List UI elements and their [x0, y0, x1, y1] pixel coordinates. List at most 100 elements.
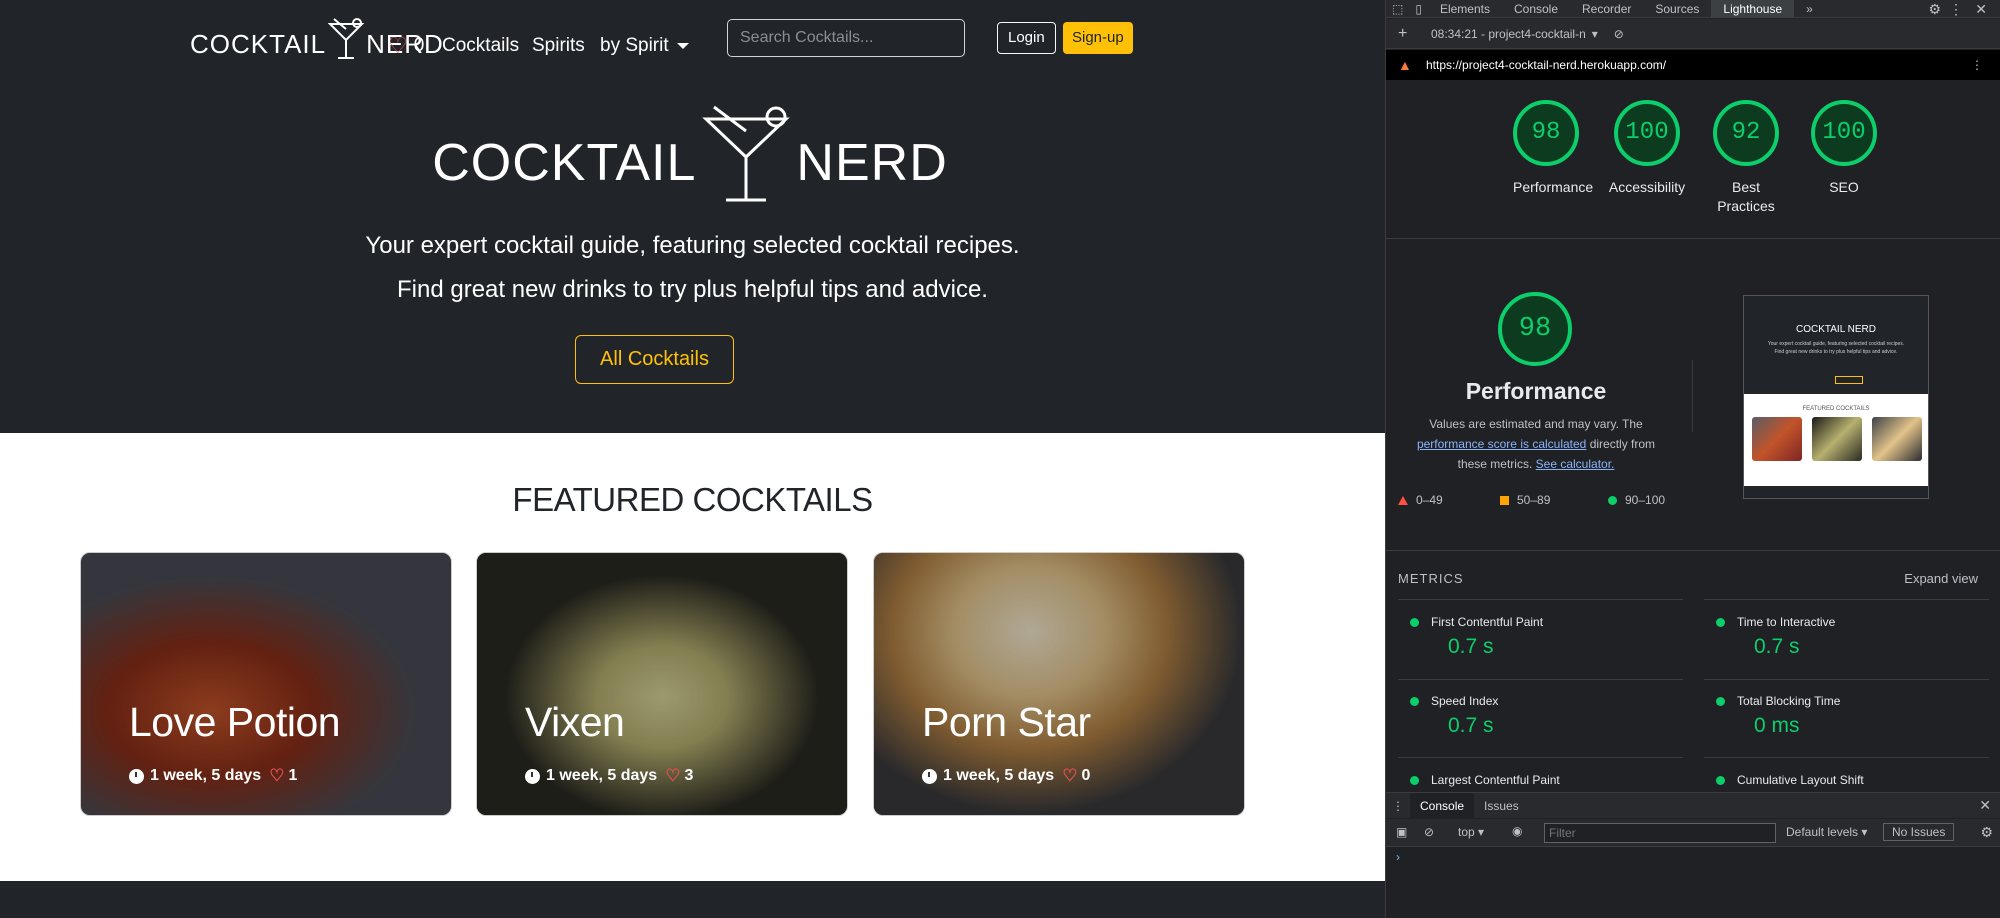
metrics-header: METRICS [1398, 571, 1464, 586]
close-icon[interactable]: ✕ [1979, 797, 1991, 814]
card-likes: 1 [288, 767, 298, 784]
tab-elements[interactable]: Elements [1428, 0, 1502, 18]
search-input[interactable] [727, 19, 965, 57]
card-age: 1 week, 5 days [546, 767, 658, 784]
console-filter-input[interactable] [1544, 823, 1776, 843]
clock-icon [922, 768, 937, 784]
thumb-card [1872, 417, 1922, 461]
tab-issues[interactable]: Issues [1474, 793, 1529, 819]
heart-icon: ♡ [269, 766, 285, 785]
card-title: Vixen [525, 699, 625, 745]
card-meta: 1 week, 5 days ♡ 1 [129, 766, 297, 786]
metric-name: Speed Index [1431, 694, 1499, 708]
gauge-score: 100 [1811, 100, 1877, 166]
tab-recorder[interactable]: Recorder [1570, 0, 1643, 18]
metric-value: 0 ms [1754, 714, 1800, 737]
see-calculator-link[interactable]: See calculator. [1536, 457, 1615, 471]
device-toggle-icon[interactable]: ▯ [1409, 0, 1428, 18]
metric-name: First Contentful Paint [1431, 615, 1544, 629]
console-prompt[interactable]: › [1396, 850, 1400, 864]
caret-down-icon [676, 42, 689, 49]
website-viewport: COCKTAIL NERD ♡ 0 Cocktails Spirits by S… [0, 0, 1385, 918]
all-cocktails-button[interactable]: All Cocktails [575, 335, 734, 384]
metric-value: 0.7 s [1448, 714, 1494, 737]
circle-icon [1716, 775, 1725, 785]
sidebar-toggle-icon[interactable]: ▣ [1396, 825, 1407, 839]
footer [0, 881, 1385, 918]
legend-fail: 0–49 [1398, 493, 1443, 507]
clear-icon[interactable]: ⊘ [1614, 27, 1624, 41]
cocktail-card[interactable]: Love Potion 1 week, 5 days ♡ 1 [80, 552, 452, 816]
martini-glass-icon [702, 105, 791, 202]
nav-by-spirit-dropdown[interactable]: by Spirit [600, 35, 689, 57]
brand-text-left: COCKTAIL [190, 29, 327, 59]
nav-likes[interactable]: ♡ 0 [388, 33, 424, 59]
login-button[interactable]: Login [997, 22, 1056, 54]
legend-average: 50–89 [1500, 493, 1550, 507]
circle-icon [1716, 617, 1725, 627]
eye-icon[interactable]: ◉ [1512, 824, 1522, 838]
more-tabs-icon[interactable]: » [1794, 0, 1825, 18]
clock-icon [129, 768, 144, 784]
circle-icon [1410, 696, 1419, 706]
thumb-title: COCKTAIL NERD [1795, 324, 1876, 335]
lighthouse-toolbar: + 08:34:21 - project4-cocktail-n ▾ ⊘ [1386, 19, 2000, 49]
nav-cocktails[interactable]: Cocktails [442, 35, 519, 57]
divider [1704, 679, 1989, 680]
close-icon[interactable]: ✕ [1975, 1, 1987, 18]
chevron-down-icon[interactable]: ▾ [1592, 27, 1598, 41]
hero-logo-right: NERD [796, 134, 948, 192]
card-likes: 3 [684, 767, 694, 784]
inspect-icon[interactable]: ⬚ [1386, 0, 1409, 18]
performance-title: Performance [1465, 378, 1607, 404]
expand-view-toggle[interactable]: Expand view [1904, 571, 1978, 586]
thumb-tagline-2: Find great new drinks to try plus helpfu… [1774, 349, 1898, 355]
divider [1398, 599, 1683, 600]
cocktail-card[interactable]: Vixen 1 week, 5 days ♡ 3 [476, 552, 848, 816]
report-url[interactable]: https://project4-cocktail-nerd.herokuapp… [1426, 58, 1666, 72]
legend-label: 0–49 [1416, 493, 1443, 507]
thumb-hero: COCKTAIL NERD Your expert cocktail guide… [1744, 296, 1928, 394]
hero-tagline-1: Your expert cocktail guide, featuring se… [365, 232, 1020, 259]
lighthouse-icon: ▲ [1398, 57, 1412, 73]
metric-speed-index: Speed Index 0.7 s [1410, 694, 1695, 738]
tab-console[interactable]: Console [1502, 0, 1570, 18]
tab-console-drawer[interactable]: Console [1410, 792, 1475, 819]
gear-icon[interactable]: ⚙ [1928, 1, 1941, 18]
signup-button[interactable]: Sign-up [1063, 22, 1133, 54]
nav-spirits[interactable]: Spirits [532, 35, 585, 57]
kebab-menu-icon[interactable]: ⋮ [1971, 58, 1983, 72]
tab-lighthouse[interactable]: Lighthouse [1711, 0, 1795, 18]
gear-icon[interactable]: ⚙ [1980, 824, 1993, 841]
report-selector[interactable]: 08:34:21 - project4-cocktail-n [1431, 27, 1586, 41]
cocktail-card[interactable]: Porn Star 1 week, 5 days ♡ 0 [873, 552, 1245, 816]
gauge-score: 92 [1713, 100, 1779, 166]
thumb-tagline-1: Your expert cocktail guide, featuring se… [1767, 341, 1905, 347]
heart-icon: ♡ [665, 766, 681, 785]
devtools-panel: ⬚ ▯ Elements Console Recorder Sources Li… [1385, 0, 2000, 918]
context-selector[interactable]: top ▾ [1458, 825, 1484, 839]
card-title: Porn Star [922, 699, 1091, 745]
drawer-menu-icon[interactable]: ⋮ [1386, 793, 1410, 819]
final-screenshot-thumbnail[interactable]: COCKTAIL NERD Your expert cocktail guide… [1743, 295, 1929, 499]
clear-console-icon[interactable]: ⊘ [1424, 825, 1434, 839]
log-levels-dropdown[interactable]: Default levels ▾ [1786, 825, 1867, 839]
metric-name: Largest Contentful Paint [1431, 773, 1560, 787]
clock-icon [525, 768, 540, 784]
circle-icon [1410, 617, 1419, 627]
martini-glass-icon [328, 18, 365, 59]
gauge-seo[interactable]: 100 SEO [1807, 100, 1881, 197]
issues-button[interactable]: No Issues [1883, 823, 1955, 841]
thumb-featured: FEATURED COCKTAILS [1802, 406, 1870, 412]
tab-sources[interactable]: Sources [1643, 0, 1711, 18]
score-calculated-link[interactable]: performance score is calculated [1417, 437, 1586, 451]
divider [1704, 599, 1989, 600]
gauge-performance[interactable]: 98 Performance [1513, 100, 1593, 197]
gauge-accessibility[interactable]: 100 Accessibility [1605, 100, 1689, 197]
kebab-menu-icon[interactable]: ⋮ [1949, 1, 1963, 18]
metric-name: Cumulative Layout Shift [1737, 773, 1864, 787]
triangle-icon [1398, 495, 1408, 505]
gauge-score: 98 [1513, 100, 1579, 166]
add-icon[interactable]: + [1398, 25, 1407, 43]
gauge-best-practices[interactable]: 92 Best Practices [1709, 100, 1783, 216]
